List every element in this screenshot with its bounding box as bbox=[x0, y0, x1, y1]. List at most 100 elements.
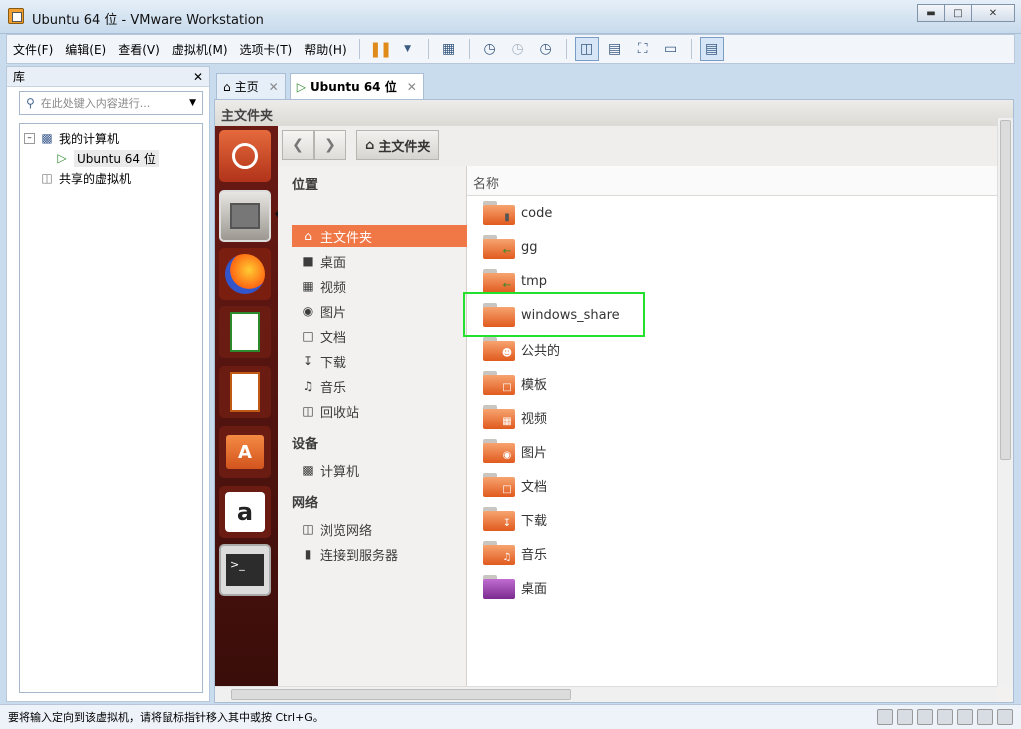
snapshot-manager-icon[interactable]: ◷ bbox=[534, 37, 558, 61]
file-item-downloads[interactable]: ↧ 下载 bbox=[483, 504, 547, 534]
menu-edit[interactable]: 编辑(E) bbox=[59, 41, 112, 58]
collapse-icon[interactable]: – bbox=[24, 132, 35, 144]
sound-icon[interactable] bbox=[977, 709, 993, 725]
path-bar-home[interactable]: ⌂ 主文件夹 bbox=[356, 130, 440, 160]
vm-console[interactable]: 主文件夹 A a >_ 文件 ❮ ❯ ⌂ bbox=[214, 99, 1014, 703]
message-icon[interactable] bbox=[997, 709, 1013, 725]
document-icon: □ bbox=[302, 329, 314, 343]
file-manager-toolbar: ❮ ❯ ⌂ 主文件夹 bbox=[278, 126, 997, 166]
files-icon[interactable] bbox=[219, 190, 271, 242]
folder-icon: ▮ bbox=[483, 201, 515, 225]
section-devices: 设备 bbox=[292, 437, 319, 452]
tree-item-my-computer[interactable]: – ▩ 我的计算机 bbox=[20, 128, 202, 148]
printer-icon[interactable] bbox=[957, 709, 973, 725]
network-browse[interactable]: ◫ 浏览网络 bbox=[300, 518, 460, 540]
column-header-name[interactable]: 名称 bbox=[467, 166, 997, 196]
thumbnail-bar-icon[interactable]: ▤ bbox=[603, 37, 627, 61]
maximize-button[interactable]: □ bbox=[944, 4, 972, 22]
file-label: 公共的 bbox=[521, 343, 561, 359]
tab-ubuntu[interactable]: ▷ Ubuntu 64 位 ✕ bbox=[289, 73, 424, 99]
file-item-code[interactable]: ▮ code bbox=[483, 198, 552, 228]
home-icon: ⌂ bbox=[365, 137, 375, 153]
terminal-icon[interactable]: >_ bbox=[219, 544, 271, 596]
toolbar-separator bbox=[427, 39, 429, 59]
folder-public-icon: ☻ bbox=[483, 337, 515, 361]
cd-dvd-icon[interactable] bbox=[897, 709, 913, 725]
firefox-icon[interactable] bbox=[219, 248, 271, 300]
tab-home[interactable]: ⌂ 主页 ✕ bbox=[216, 73, 286, 99]
hard-disk-icon[interactable] bbox=[877, 709, 893, 725]
place-trash[interactable]: ◫ 回收站 bbox=[300, 400, 460, 422]
place-label: 图片 bbox=[320, 305, 347, 321]
file-label: 图片 bbox=[521, 445, 548, 461]
vertical-scrollbar[interactable] bbox=[997, 118, 1013, 686]
snapshot-icon[interactable]: ◷ bbox=[478, 37, 502, 61]
place-pictures[interactable]: ◉ 图片 bbox=[300, 300, 460, 322]
show-library-icon[interactable]: ◫ bbox=[574, 37, 599, 61]
menu-vm[interactable]: 虚拟机(M) bbox=[166, 41, 234, 58]
menu-view[interactable]: 查看(V) bbox=[112, 41, 166, 58]
place-home[interactable]: ⌂ 主文件夹 bbox=[292, 225, 467, 247]
menu-tabs[interactable]: 选项卡(T) bbox=[234, 41, 299, 58]
unity-icon[interactable]: ▭ bbox=[659, 37, 683, 61]
file-item-public[interactable]: ☻ 公共的 bbox=[483, 334, 560, 364]
home-icon: ⌂ bbox=[304, 229, 312, 243]
file-item-videos[interactable]: ▦ 视频 bbox=[483, 402, 547, 432]
menu-help[interactable]: 帮助(H) bbox=[298, 41, 352, 58]
file-item-documents[interactable]: □ 文档 bbox=[483, 470, 547, 500]
menu-toolbar: 文件(F) 编辑(E) 查看(V) 虚拟机(M) 选项卡(T) 帮助(H) ❚❚… bbox=[6, 34, 1015, 64]
amazon-icon[interactable]: a bbox=[219, 486, 271, 538]
chevron-down-icon[interactable]: ▼ bbox=[189, 98, 196, 108]
close-icon[interactable]: ✕ bbox=[193, 70, 203, 84]
tree-item-shared-vms[interactable]: ◫ 共享的虚拟机 bbox=[20, 168, 202, 188]
tab-label: Ubuntu 64 位 bbox=[309, 80, 397, 94]
minimize-button[interactable]: ▬ bbox=[917, 4, 945, 22]
section-network: 网络 bbox=[292, 496, 319, 511]
scroll-thumb[interactable] bbox=[1000, 120, 1011, 460]
back-icon[interactable]: ❮ bbox=[282, 130, 314, 160]
library-tree: – ▩ 我的计算机 ▷ Ubuntu 64 位 ◫ 共享的虚拟机 bbox=[19, 123, 203, 693]
file-item-templates[interactable]: □ 模板 bbox=[483, 368, 547, 398]
libreoffice-impress-icon[interactable] bbox=[219, 366, 271, 418]
place-documents[interactable]: □ 文档 bbox=[300, 325, 460, 347]
close-button[interactable]: ✕ bbox=[971, 4, 1015, 22]
place-label: 下载 bbox=[320, 355, 347, 371]
file-item-music[interactable]: ♫ 音乐 bbox=[483, 538, 547, 568]
file-label: code bbox=[521, 205, 553, 221]
file-item-gg[interactable]: ← gg bbox=[483, 232, 538, 262]
highlight-box bbox=[463, 292, 645, 337]
network-adapter-icon[interactable] bbox=[917, 709, 933, 725]
tree-item-ubuntu[interactable]: ▷ Ubuntu 64 位 bbox=[20, 148, 202, 168]
close-tab-icon[interactable]: ✕ bbox=[407, 80, 417, 94]
software-center-icon[interactable]: A bbox=[219, 426, 271, 478]
vm-running-icon: ▷ bbox=[57, 151, 67, 165]
place-label: 音乐 bbox=[320, 380, 347, 396]
console-view-icon[interactable]: ▤ bbox=[699, 37, 724, 61]
window-controls: ▬ □ ✕ bbox=[917, 4, 1015, 22]
file-item-pictures[interactable]: ◉ 图片 bbox=[483, 436, 547, 466]
place-label: 计算机 bbox=[320, 464, 360, 480]
place-music[interactable]: ♫ 音乐 bbox=[300, 375, 460, 397]
library-title: 库 bbox=[13, 70, 26, 84]
place-videos[interactable]: ▦ 视频 bbox=[300, 275, 460, 297]
revert-snapshot-icon[interactable]: ◷ bbox=[506, 37, 530, 61]
libreoffice-calc-icon[interactable] bbox=[219, 306, 271, 358]
folder-templates-icon: □ bbox=[483, 371, 515, 395]
network-connect-server[interactable]: ▮ 连接到服务器 bbox=[300, 543, 460, 565]
usb-icon[interactable] bbox=[937, 709, 953, 725]
horizontal-scrollbar[interactable] bbox=[215, 686, 997, 702]
pause-icon[interactable]: ❚❚ bbox=[368, 37, 392, 61]
full-screen-icon[interactable]: ⛶ bbox=[631, 37, 655, 61]
file-item-desktop[interactable]: 桌面 bbox=[483, 572, 547, 602]
close-tab-icon[interactable]: ✕ bbox=[269, 80, 279, 94]
scroll-thumb[interactable] bbox=[231, 689, 571, 700]
menu-file[interactable]: 文件(F) bbox=[7, 41, 59, 58]
forward-icon[interactable]: ❯ bbox=[314, 130, 346, 160]
library-search-input[interactable]: ⚲ 在此处键入内容进行... ▼ bbox=[19, 91, 203, 115]
send-ctrl-alt-del-icon[interactable]: ▦ bbox=[437, 37, 461, 61]
device-computer[interactable]: ▩ 计算机 bbox=[300, 459, 460, 481]
chevron-down-icon[interactable]: ▼ bbox=[396, 37, 420, 61]
place-desktop[interactable]: ■ 桌面 bbox=[300, 250, 460, 272]
ubuntu-dash-icon[interactable] bbox=[219, 130, 271, 182]
place-downloads[interactable]: ↧ 下载 bbox=[300, 350, 460, 372]
